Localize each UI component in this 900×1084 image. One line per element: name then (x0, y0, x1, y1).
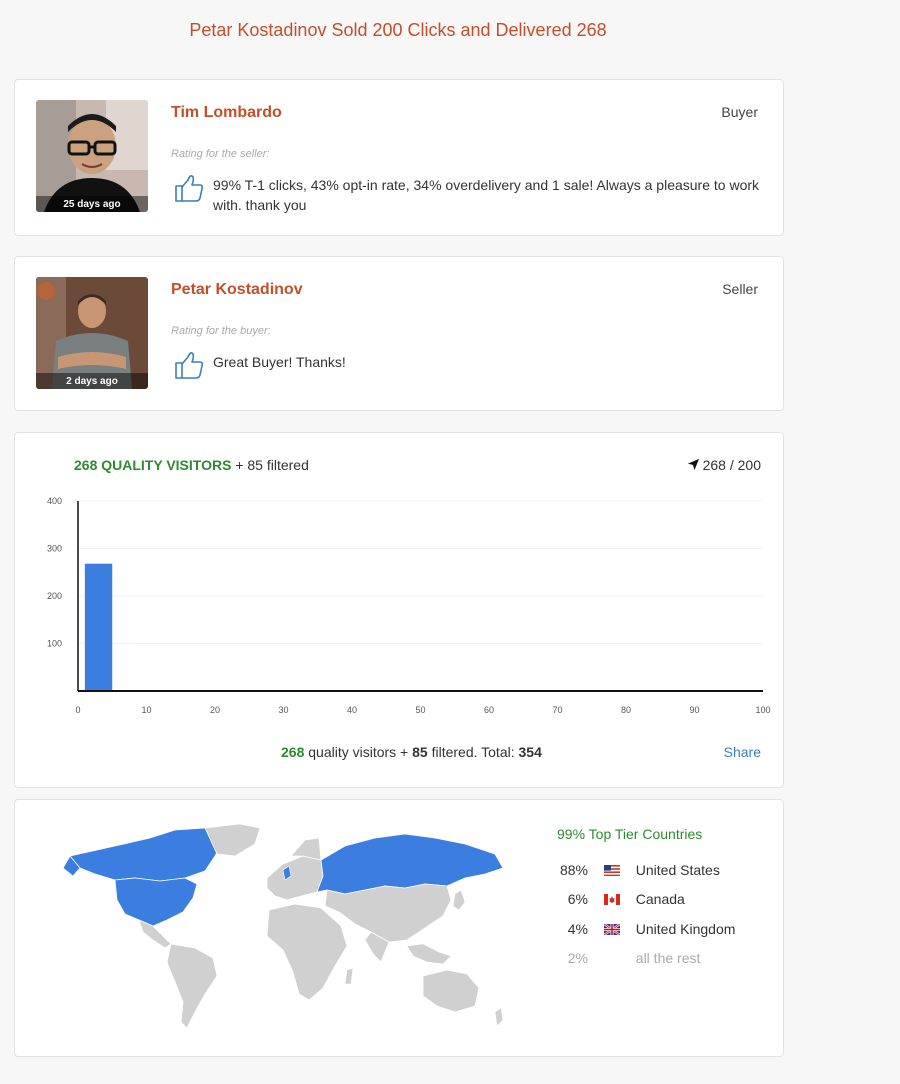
visitors-bar-chart: 100 200 300 400 0 10 20 30 40 50 60 70 80 90 100 (47, 496, 771, 715)
seller-review-card: 2 days ago Petar Kostadinov Seller Ratin… (14, 256, 784, 411)
delivered-label: 268 / 200 (702, 457, 761, 473)
page-title: Petar Kostadinov Sold 200 Clicks and Del… (189, 20, 607, 40)
map-japan (452, 889, 466, 911)
x-tick-label: 90 (689, 705, 699, 715)
no-flag-spacer (604, 953, 620, 964)
navigation-arrow-icon (687, 458, 699, 471)
chart-bar (84, 563, 113, 691)
y-tick-label: 300 (47, 544, 62, 554)
map-russia (316, 833, 504, 895)
country-row: 2% all the rest (545, 950, 701, 970)
visitors-chart-card: 268 QUALITY VISITORS + 85 filtered 268 /… (14, 432, 784, 788)
footer-quality-count: 268 (281, 744, 305, 760)
map-usa (114, 877, 198, 927)
buyer-review-card: 25 days ago Tim Lombardo Buyer Rating fo… (14, 79, 784, 236)
country-percent: 88% (559, 862, 588, 878)
rating-label: Rating for the seller: (171, 148, 270, 160)
x-tick-label: 100 (755, 705, 770, 715)
footer-filtered-count: 85 (412, 744, 428, 760)
avatar[interactable]: 25 days ago (36, 100, 148, 212)
y-tick-label: 200 (47, 591, 62, 601)
reviewer-role: Buyer (721, 104, 758, 120)
country-row: 88% United States (545, 862, 720, 882)
geo-card: 99% Top Tier Countries 88% United States… (14, 799, 784, 1057)
x-tick-label: 60 (484, 705, 494, 715)
country-row: 6% Canada (545, 891, 685, 911)
map-europe (266, 855, 324, 901)
chart-footer: 268 quality visitors + 85 filtered. Tota… (281, 744, 542, 760)
top-tier-title: 99% Top Tier Countries (557, 826, 703, 842)
country-name: all the rest (635, 950, 701, 966)
x-tick-label: 70 (552, 705, 562, 715)
footer-total-count: 354 (518, 744, 542, 760)
x-tick-label: 20 (210, 705, 220, 715)
map-scandinavia (290, 837, 322, 861)
filtered-label: + 85 filtered (235, 457, 309, 473)
review-time: 25 days ago (36, 196, 148, 212)
delivered-count: 268 / 200 (687, 457, 761, 473)
canada-flag-icon (603, 894, 620, 905)
review-comment: Great Buyer! Thanks! (213, 354, 346, 370)
country-name: Canada (635, 891, 685, 907)
x-tick-label: 40 (347, 705, 357, 715)
country-row: 4% United Kingdom (545, 921, 736, 941)
reviewer-name[interactable]: Petar Kostadinov (171, 281, 303, 299)
x-tick-label: 10 (141, 705, 151, 715)
footer-quality-text: quality visitors + (308, 744, 409, 760)
y-tick-label: 100 (47, 639, 62, 649)
x-tick-label: 30 (278, 705, 288, 715)
visitors-summary: 268 QUALITY VISITORS + 85 filtered (74, 457, 309, 473)
review-comment: 99% T-1 clicks, 43% opt-in rate, 34% ove… (213, 177, 760, 213)
x-tick-label: 80 (621, 705, 631, 715)
world-map (62, 823, 504, 1029)
us-flag-icon (603, 865, 620, 876)
country-percent: 2% (567, 950, 588, 966)
reviewer-name[interactable]: Tim Lombardo (171, 104, 282, 122)
map-southeast-asia (406, 943, 452, 965)
map-australia (422, 969, 480, 1013)
country-name: United States (635, 862, 720, 878)
thumbs-up-icon (175, 175, 204, 202)
rating-label: Rating for the buyer: (171, 325, 271, 337)
map-canada (69, 827, 226, 882)
country-name: United Kingdom (635, 921, 736, 937)
country-percent: 4% (567, 921, 588, 937)
thumbs-up-icon (175, 352, 204, 379)
y-tick-label: 400 (47, 496, 62, 506)
x-tick-label: 0 (75, 705, 80, 715)
quality-visitors-label: 268 QUALITY VISITORS (74, 457, 232, 473)
footer-filtered-text: filtered. Total: (431, 744, 515, 760)
uk-flag-icon (603, 924, 620, 935)
reviewer-role: Seller (722, 281, 758, 297)
x-tick-label: 50 (415, 705, 425, 715)
country-percent: 6% (567, 891, 588, 907)
map-africa (266, 903, 348, 1001)
share-link[interactable]: Share (724, 744, 761, 760)
map-madagascar (344, 967, 354, 985)
review-time: 2 days ago (36, 373, 148, 389)
map-south-america (166, 943, 218, 1029)
map-new-zealand (494, 1007, 504, 1027)
avatar[interactable]: 2 days ago (36, 277, 148, 389)
